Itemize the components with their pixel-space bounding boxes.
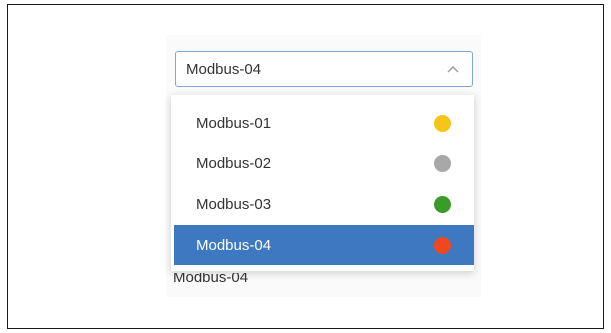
device-dropdown-menu: Modbus-01 Modbus-02 Modbus-03 Modbus-04 xyxy=(171,95,474,271)
option-modbus-03[interactable]: Modbus-03 xyxy=(174,184,474,224)
option-label: Modbus-02 xyxy=(196,154,272,172)
underlying-selected-value: Modbus-04 xyxy=(173,273,249,285)
option-modbus-02[interactable]: Modbus-02 xyxy=(174,143,474,183)
status-dot-icon xyxy=(434,114,451,132)
screenshot-frame: Modbus-04 Modbus-04 Modbus-01 Modbus-02 … xyxy=(7,4,604,329)
option-label: Modbus-01 xyxy=(196,114,272,132)
status-dot-icon xyxy=(434,195,451,213)
device-select-value: Modbus-04 xyxy=(186,60,262,78)
option-modbus-01[interactable]: Modbus-01 xyxy=(174,103,474,143)
device-select-widget: Modbus-04 Modbus-04 Modbus-01 Modbus-02 … xyxy=(166,35,481,297)
status-dot-icon xyxy=(434,236,451,254)
status-dot-icon xyxy=(434,154,451,172)
option-label: Modbus-04 xyxy=(196,236,272,254)
chevron-up-icon[interactable] xyxy=(446,62,460,76)
device-select[interactable]: Modbus-04 xyxy=(175,51,473,87)
option-label: Modbus-03 xyxy=(196,195,272,213)
option-modbus-04[interactable]: Modbus-04 xyxy=(174,225,474,265)
